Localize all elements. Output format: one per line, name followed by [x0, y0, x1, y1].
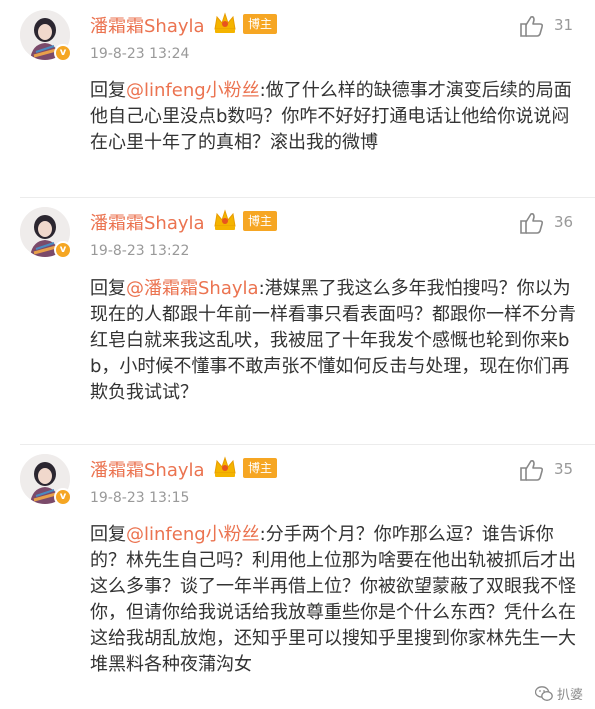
- username-link[interactable]: 潘霜霜Shayla: [90, 12, 205, 38]
- owner-badge: 博主: [243, 14, 278, 34]
- verified-icon: v: [54, 488, 72, 506]
- comment-text: 回复@linfeng小粉丝:做了什么样的缺德事才演变后续的局面他自己心里没点b数…: [90, 78, 576, 156]
- mention-link[interactable]: @潘霜霜Shayla: [126, 278, 259, 299]
- comment-timestamp: 19-8-23 13:15: [90, 490, 190, 506]
- comment-text: 回复@潘霜霜Shayla:港媒黑了我这么多年我怕搜吗？你以为现在的人都跟十年前一…: [90, 276, 576, 406]
- owner-badge: 博主: [243, 458, 278, 478]
- comment-timestamp: 19-8-23 13:22: [90, 243, 190, 259]
- owner-badge: 博主: [243, 211, 278, 231]
- like-count: 35: [554, 460, 574, 478]
- comment-item: v 潘霜霜Shayla 博主 19-8-23 13:15 35 回复@linfe…: [0, 444, 595, 709]
- like-count: 31: [554, 16, 574, 34]
- comment-body: :分手两个月？你咋那么逗？谁告诉你的？林先生自己吗？利用他上位那为啥要在他出轨被…: [90, 524, 576, 675]
- reply-prefix: 回复: [90, 80, 126, 101]
- watermark: 扒婆: [534, 684, 583, 703]
- mention-link[interactable]: @linfeng小粉丝: [126, 80, 260, 101]
- crown-icon: [214, 456, 236, 477]
- verified-icon: v: [54, 44, 72, 62]
- reply-prefix: 回复: [90, 278, 126, 299]
- like-count: 36: [554, 213, 574, 231]
- watermark-label: 扒婆: [556, 688, 583, 703]
- mention-link[interactable]: @linfeng小粉丝: [126, 524, 260, 545]
- comment-timestamp: 19-8-23 13:24: [90, 46, 190, 62]
- thumbs-up-icon[interactable]: [519, 211, 545, 235]
- wechat-icon: [534, 685, 553, 701]
- username-link[interactable]: 潘霜霜Shayla: [90, 456, 205, 482]
- comment-text: 回复@linfeng小粉丝:分手两个月？你咋那么逗？谁告诉你的？林先生自己吗？利…: [90, 522, 576, 678]
- username-link[interactable]: 潘霜霜Shayla: [90, 209, 205, 235]
- comment-item: v 潘霜霜Shayla 博主 19-8-23 13:24 31 回复@linfe…: [0, 0, 595, 197]
- reply-prefix: 回复: [90, 524, 126, 545]
- verified-icon: v: [54, 241, 72, 259]
- crown-icon: [214, 12, 236, 33]
- comment-item: v 潘霜霜Shayla 博主 19-8-23 13:22 36 回复@潘霜霜Sh…: [0, 197, 595, 444]
- thumbs-up-icon[interactable]: [519, 458, 545, 482]
- thumbs-up-icon[interactable]: [519, 14, 545, 38]
- crown-icon: [214, 209, 236, 230]
